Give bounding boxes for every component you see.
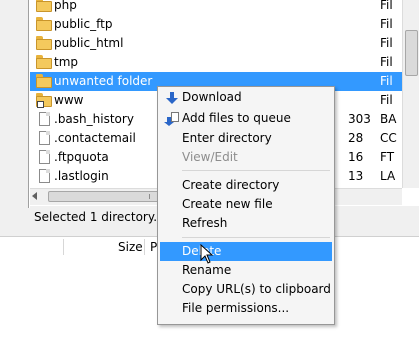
- add-to-queue-icon: [164, 112, 179, 126]
- file-name: www: [54, 93, 84, 107]
- column-divider[interactable]: [144, 239, 145, 255]
- folder-icon: [36, 17, 52, 31]
- menu-item-add-files-to-queue[interactable]: Add files to queue: [160, 109, 332, 128]
- file-type: Fil: [380, 17, 393, 31]
- menu-item-download[interactable]: Download: [160, 88, 332, 107]
- vertical-scrollbar[interactable]: [402, 0, 419, 188]
- directory-tree-edge: [0, 0, 29, 208]
- folder-icon: [36, 74, 52, 88]
- menu-item-rename[interactable]: Rename: [160, 261, 332, 280]
- file-name: .bash_history: [54, 112, 134, 126]
- context-menu: Download Add files to queue Enter direct…: [157, 86, 335, 325]
- menu-separator: [182, 237, 330, 238]
- menu-item-view-edit: View/Edit: [182, 150, 238, 164]
- file-row-public-html[interactable]: public_html Fil: [30, 34, 402, 53]
- file-name: .lastlogin: [54, 169, 109, 183]
- menu-item-enter-directory[interactable]: Enter directory: [160, 129, 332, 148]
- folder-link-icon: [36, 93, 52, 108]
- file-row-php[interactable]: php Fil: [30, 0, 402, 15]
- menu-separator: [182, 170, 330, 171]
- file-size: 303: [348, 112, 371, 126]
- file-icon: [36, 112, 52, 126]
- file-type: Fil: [380, 55, 393, 69]
- file-name: public_ftp: [54, 17, 113, 31]
- file-size: 13: [348, 169, 364, 183]
- folder-icon: [36, 0, 52, 12]
- folder-icon: [36, 36, 52, 50]
- file-name: php: [54, 0, 77, 12]
- menu-item-create-directory[interactable]: Create directory: [160, 176, 332, 195]
- file-type: BA: [380, 112, 397, 126]
- scroll-left-icon[interactable]: [32, 192, 37, 200]
- file-name: .contactemail: [54, 131, 136, 145]
- file-icon: [36, 150, 52, 164]
- file-type: LA: [380, 169, 396, 183]
- folder-icon: [36, 55, 52, 69]
- file-type: Fil: [380, 36, 393, 50]
- file-name: .ftpquota: [54, 150, 109, 164]
- mouse-pointer-icon: [200, 244, 214, 264]
- file-name: public_html: [54, 36, 124, 50]
- file-size: 28: [348, 131, 364, 145]
- file-icon: [36, 131, 52, 145]
- file-type: Fil: [380, 74, 393, 88]
- file-type: Fil: [380, 93, 393, 107]
- file-icon: [36, 169, 52, 183]
- menu-item-create-new-file[interactable]: Create new file: [160, 195, 332, 214]
- file-row-public-ftp[interactable]: public_ftp Fil: [30, 15, 402, 34]
- menu-item-delete[interactable]: Delete: [160, 242, 332, 261]
- vertical-scroll-thumb[interactable]: [405, 30, 418, 76]
- menu-item-copy-url[interactable]: Copy URL(s) to clipboard: [160, 280, 332, 299]
- file-row-tmp[interactable]: tmp Fil: [30, 53, 402, 72]
- file-type: FT: [380, 150, 395, 164]
- file-name: tmp: [54, 55, 79, 69]
- file-name: unwanted folder: [54, 74, 153, 88]
- menu-item-file-permissions[interactable]: File permissions...: [160, 299, 332, 318]
- status-text: Selected 1 directory.: [34, 210, 158, 224]
- file-size: 16: [348, 150, 364, 164]
- file-type: Fil: [380, 0, 393, 12]
- menu-item-refresh[interactable]: Refresh: [160, 214, 332, 233]
- file-type: CC: [380, 131, 397, 145]
- column-size[interactable]: Size: [118, 237, 143, 257]
- column-divider[interactable]: [63, 239, 64, 255]
- download-icon: [165, 91, 179, 105]
